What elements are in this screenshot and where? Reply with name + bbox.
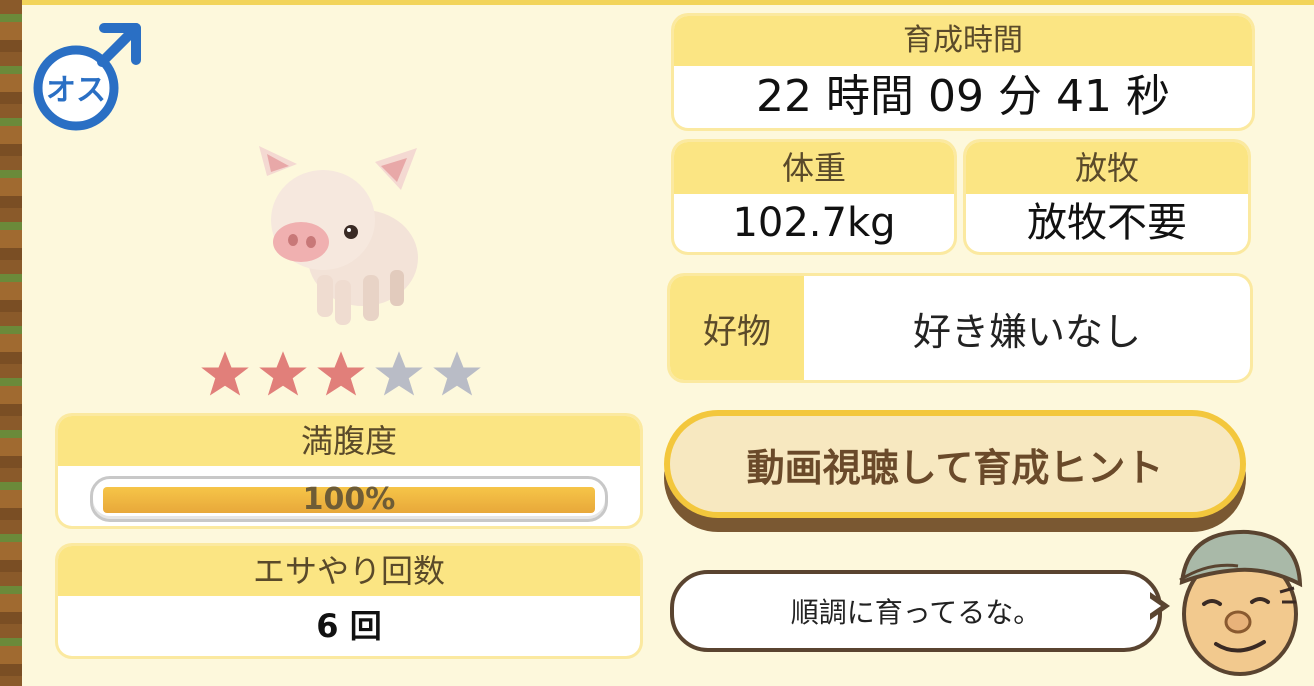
satiety-card: 満腹度 100% — [58, 416, 640, 526]
star-filled-icon — [259, 351, 307, 396]
growth-time-label: 育成時間 — [674, 16, 1252, 66]
satiety-progress-bar: 100% — [90, 476, 608, 522]
speech-bubble: 順調に育ってるな。 — [670, 570, 1162, 652]
gender-label: オス — [46, 73, 106, 108]
grazing-value: 放牧不要 — [1027, 200, 1187, 246]
star-filled-icon — [201, 351, 249, 396]
speech-text: 順調に育ってるな。 — [790, 596, 1042, 629]
wood-background-strip — [0, 0, 22, 686]
farmer-icon — [1179, 529, 1303, 676]
feed-count-value: 6 回 — [316, 607, 382, 645]
feed-count-label: エサやり回数 — [58, 546, 640, 596]
weight-label: 体重 — [674, 142, 954, 194]
satiety-value: 100% — [302, 482, 396, 517]
star-empty-icon — [433, 351, 481, 396]
preference-value: 好き嫌いなし — [912, 309, 1141, 354]
feed-count-card: エサやり回数 6 回 — [58, 546, 640, 656]
speech-bubble-tail-inner — [1148, 597, 1161, 615]
watch-video-hint-button[interactable]: 動画視聴して育成ヒント — [670, 416, 1240, 512]
star-filled-icon — [317, 351, 365, 396]
preference-card: 好物 好き嫌いなし — [670, 276, 1250, 380]
grazing-card: 放牧 放牧不要 — [966, 142, 1248, 252]
preference-label: 好物 — [670, 276, 804, 380]
star-empty-icon — [375, 351, 423, 396]
rating-stars — [198, 348, 484, 402]
satiety-label: 満腹度 — [58, 416, 640, 466]
male-icon: オス — [33, 23, 141, 131]
grazing-label: 放牧 — [966, 142, 1248, 194]
weight-value: 102.7kg — [732, 200, 896, 246]
weight-card: 体重 102.7kg — [674, 142, 954, 252]
growth-time-value: 22 時間 09 分 41 秒 — [756, 71, 1170, 122]
pig-icon — [259, 146, 418, 325]
growth-time-card: 育成時間 22 時間 09 分 41 秒 — [674, 16, 1252, 128]
